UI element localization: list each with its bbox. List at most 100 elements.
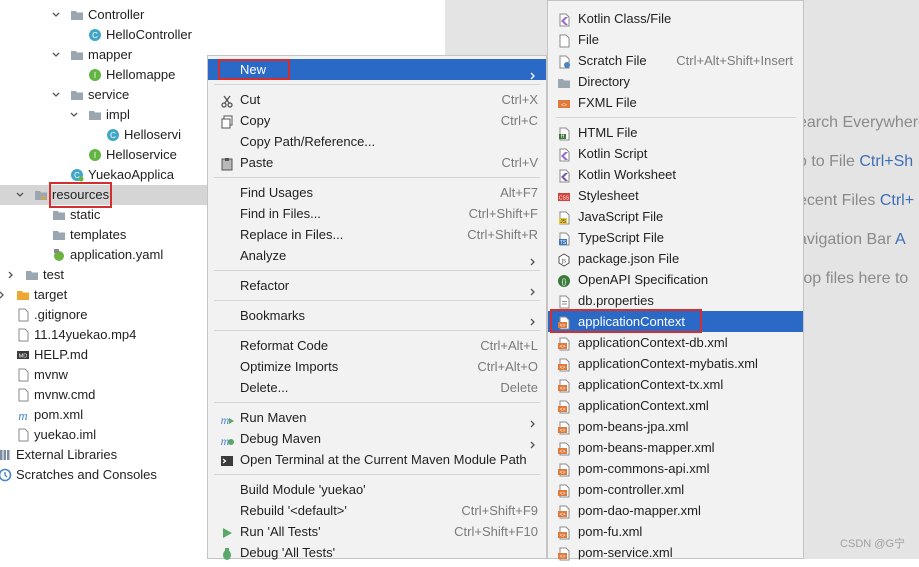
submenu-item[interactable]: H HTML File	[548, 122, 803, 143]
editor-hint: avigation Bar A	[798, 231, 906, 249]
menu-item[interactable]: m Debug Maven	[208, 428, 546, 449]
submenu-item[interactable]: <> FXML File	[548, 92, 803, 113]
submenu-item-label: Kotlin Class/File	[578, 11, 672, 26]
submenu-item[interactable]: JS JavaScript File	[548, 206, 803, 227]
svg-text:m: m	[221, 434, 230, 447]
menu-item[interactable]: Replace in Files... Ctrl+Shift+R	[208, 224, 546, 245]
tree-item-label: mapper	[88, 47, 133, 62]
menu-item[interactable]: Run 'All Tests' Ctrl+Shift+F10	[208, 521, 546, 542]
menu-item[interactable]: Analyze	[208, 245, 546, 266]
menu-separator	[214, 177, 540, 178]
submenu-item-label: OpenAPI Specification	[578, 272, 709, 287]
expand-arrow-icon[interactable]	[0, 291, 6, 299]
submenu-item[interactable]: Scratch File Ctrl+Alt+Shift+Insert	[548, 50, 803, 71]
submenu-item[interactable]: {} OpenAPI Specification	[548, 269, 803, 290]
file-icon	[557, 33, 571, 48]
tree-item[interactable]: C HelloController	[0, 25, 445, 45]
menu-item[interactable]: Debug 'All Tests'	[208, 542, 546, 563]
submenu-item[interactable]: db.properties	[548, 290, 803, 311]
submenu-item[interactable]: Kotlin Class/File	[548, 8, 803, 29]
tree-item-label: Helloservice	[106, 147, 177, 162]
menu-item[interactable]: Optimize Imports Ctrl+Alt+O	[208, 356, 546, 377]
svg-text:<>: <>	[560, 428, 566, 434]
menu-item[interactable]: New	[208, 59, 546, 80]
xml-template-icon: <>	[557, 483, 571, 498]
template-file-icon	[557, 294, 571, 309]
css-icon: CSS	[557, 189, 571, 203]
menu-item[interactable]: Find Usages Alt+F7	[208, 182, 546, 203]
submenu-item[interactable]: TS TypeScript File	[548, 227, 803, 248]
submenu-item[interactable]: File	[548, 29, 803, 50]
expand-arrow-icon[interactable]	[52, 91, 60, 99]
menu-item[interactable]: Delete... Delete	[208, 377, 546, 398]
menu-item[interactable]: m Run Maven	[208, 407, 546, 428]
submenu-item[interactable]: <> applicationContext	[548, 309, 803, 333]
submenu-item[interactable]: CSS Stylesheet	[548, 185, 803, 206]
library-icon	[0, 448, 12, 462]
menu-item[interactable]: Open Terminal at the Current Maven Modul…	[208, 449, 546, 470]
submenu-item-label: pom-beans-jpa.xml	[578, 419, 689, 434]
submenu-item[interactable]: <> pom-dao-mapper.xml	[548, 500, 803, 521]
submenu-item[interactable]: <> pom-beans-mapper.xml	[548, 437, 803, 458]
menu-item[interactable]: Refactor	[208, 275, 546, 296]
submenu-item-label: HTML File	[578, 125, 638, 140]
submenu-item-label: pom-controller.xml	[578, 482, 685, 497]
folder-icon	[70, 8, 84, 22]
submenu-item[interactable]: Kotlin Script	[548, 143, 803, 164]
svg-text:<>: <>	[560, 512, 566, 518]
menu-item-label: Reformat Code	[240, 338, 329, 353]
file-icon	[16, 308, 30, 322]
expand-arrow-icon[interactable]	[52, 11, 60, 19]
menu-item[interactable]: Copy Path/Reference...	[208, 131, 546, 152]
menu-item-shortcut: Delete	[500, 380, 538, 395]
fxml-icon: <>	[557, 96, 571, 110]
menu-item-shortcut: Ctrl+Shift+R	[467, 227, 538, 242]
file-icon	[16, 368, 30, 382]
submenu-item[interactable]: <> pom-beans-jpa.xml	[548, 416, 803, 437]
menu-item-shortcut: Ctrl+Shift+F9	[461, 503, 538, 518]
menu-item[interactable]: Cut Ctrl+X	[208, 89, 546, 110]
submenu-item-label: pom-beans-mapper.xml	[578, 440, 715, 455]
menu-item[interactable]: Rebuild '<default>' Ctrl+Shift+F9	[208, 500, 546, 521]
submenu-item[interactable]: js package.json File	[548, 248, 803, 269]
submenu-item[interactable]: <> applicationContext.xml	[548, 395, 803, 416]
editor-hint: o to File Ctrl+Sh	[798, 153, 913, 171]
submenu-arrow-icon	[529, 251, 537, 272]
xml-template-icon: <>	[557, 504, 571, 519]
submenu-item-label: pom-service.xml	[578, 545, 673, 560]
submenu-item[interactable]: <> pom-controller.xml	[548, 479, 803, 500]
submenu-item[interactable]: <> pom-service.xml	[548, 542, 803, 563]
menu-item-label: Bookmarks	[240, 308, 306, 323]
svg-text:H: H	[561, 134, 565, 140]
debug-icon	[220, 546, 234, 560]
submenu-item[interactable]: Kotlin Worksheet	[548, 164, 803, 185]
maven-icon: m	[16, 408, 30, 423]
submenu-item[interactable]: <> pom-fu.xml	[548, 521, 803, 542]
menu-item[interactable]: Copy Ctrl+C	[208, 110, 546, 131]
menu-item[interactable]: Reformat Code Ctrl+Alt+L	[208, 335, 546, 356]
menu-item[interactable]: Build Module 'yuekao'	[208, 479, 546, 500]
expand-arrow-icon[interactable]	[52, 51, 60, 59]
tree-item[interactable]: Controller	[0, 5, 445, 25]
menu-item-label: Build Module 'yuekao'	[240, 482, 366, 497]
hint-shortcut: A	[894, 231, 906, 248]
expand-arrow-icon[interactable]	[7, 271, 15, 279]
menu-item[interactable]: Paste Ctrl+V	[208, 152, 546, 173]
submenu-item[interactable]: <> applicationContext-mybatis.xml	[548, 353, 803, 374]
submenu-item[interactable]: <> applicationContext-tx.xml	[548, 374, 803, 395]
xml-template-icon: <>	[557, 357, 571, 372]
submenu-item[interactable]: <> pom-commons-api.xml	[548, 458, 803, 479]
menu-item[interactable]: Find in Files... Ctrl+Shift+F	[208, 203, 546, 224]
maven-debug-icon: m	[220, 432, 234, 448]
submenu-arrow-icon	[529, 65, 537, 86]
expand-arrow-icon[interactable]	[70, 111, 78, 119]
menu-item[interactable]: Bookmarks	[208, 305, 546, 326]
submenu-item[interactable]: <> applicationContext-db.xml	[548, 332, 803, 353]
expand-arrow-icon[interactable]	[16, 191, 24, 199]
yaml-icon	[52, 248, 66, 262]
interface-icon: I	[88, 148, 102, 162]
menu-item-shortcut: Ctrl+V	[501, 155, 538, 170]
svg-text:TS: TS	[560, 240, 567, 246]
folder-icon	[25, 268, 39, 282]
submenu-item[interactable]: Directory	[548, 71, 803, 92]
